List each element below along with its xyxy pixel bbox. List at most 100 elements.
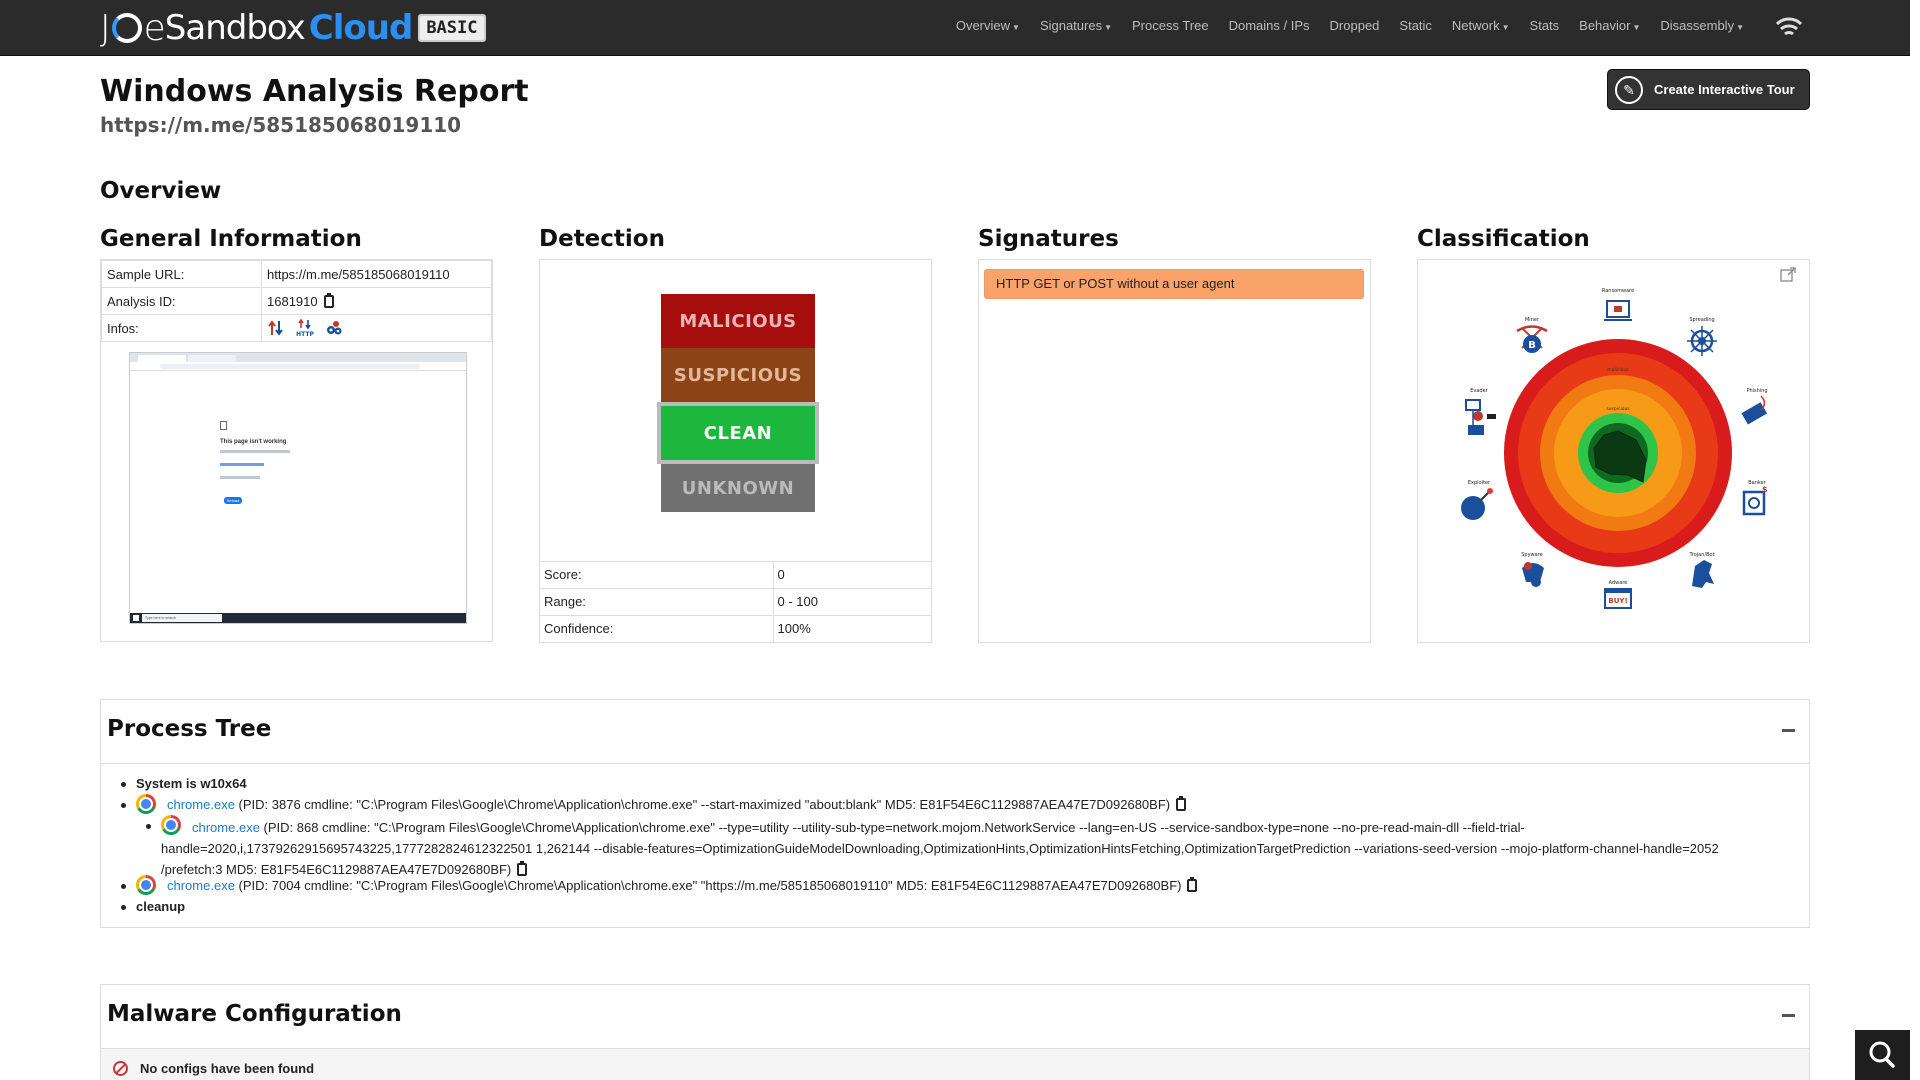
signatures-heading: Signatures — [978, 226, 1119, 252]
logo-j: J — [100, 7, 111, 49]
process-tree-heading: Process Tree — [107, 716, 272, 742]
nav-item-dropped[interactable]: Dropped — [1320, 18, 1390, 33]
expand-icon[interactable] — [1780, 266, 1797, 283]
clipboard-icon[interactable] — [1176, 796, 1187, 811]
windows-start-icon — [133, 615, 139, 621]
svg-text:Adware: Adware — [1609, 580, 1628, 586]
banker-icon — [1742, 490, 1766, 516]
process-row: chrome.exe (PID: 868 cmdline: "C:\Progra… — [101, 815, 1809, 877]
trojan-bot-category: Trojan/Bot — [1688, 552, 1715, 588]
screenshot-error-heading: This page isn't working — [220, 439, 287, 445]
classification-panel: malicious suspicious clean Ransomware Sp… — [1417, 259, 1810, 643]
browser-tab-strip — [130, 353, 466, 362]
system-info: System is w10x64 — [136, 776, 247, 791]
process-tree-section: Process Tree System is w10x64 chrome.exe… — [100, 699, 1810, 928]
table-row: Score: 0 — [540, 560, 931, 588]
process-detail: (PID: 3876 cmdline: "C:\Program Files\Go… — [238, 797, 1171, 812]
logo-e: e — [143, 7, 166, 49]
evader-icon — [1465, 399, 1481, 411]
nav-item-process-tree[interactable]: Process Tree — [1122, 18, 1219, 33]
sample-url-value: https://m.me/585185068019110 — [261, 260, 492, 288]
confidence-label: Confidence: — [540, 614, 774, 642]
svg-text:suspicious: suspicious — [1606, 406, 1630, 412]
detection-panel: MALICIOUS SUSPICIOUS CLEAN UNKNOWN Score… — [539, 259, 932, 643]
nav-item-signatures[interactable]: Signatures ▼ — [1030, 18, 1122, 33]
page-title: Windows Analysis Report — [100, 74, 529, 109]
score-label: Score: — [540, 560, 774, 588]
search-button[interactable] — [1855, 1030, 1910, 1080]
detection-level-stack: MALICIOUS SUSPICIOUS CLEAN UNKNOWN — [657, 294, 819, 512]
collapse-malware-configuration-button[interactable] — [1782, 1014, 1795, 1017]
process-detail: (PID: 7004 cmdline: "C:\Program Files\Go… — [238, 878, 1182, 893]
no-config-row: No configs have been found — [101, 1049, 1809, 1080]
search-icon — [1869, 1041, 1895, 1068]
create-interactive-tour-button[interactable]: ✎ Create Interactive Tour — [1607, 69, 1810, 110]
caret-down-icon: ▼ — [1501, 22, 1510, 32]
signal-icon[interactable] — [1774, 12, 1804, 38]
svg-text:Miner: Miner — [1525, 317, 1540, 323]
nav-item-static[interactable]: Static — [1389, 18, 1442, 33]
cleanup-label: cleanup — [136, 899, 186, 914]
taskbar-search-box: Type here to search — [142, 614, 222, 622]
table-row: Range: 0 - 100 — [540, 587, 931, 615]
process-row: chrome.exe (PID: 3876 cmdline: "C:\Progr… — [101, 794, 1809, 816]
detection-score-table: Score: 0 Range: 0 - 100 Confidence: 100% — [540, 560, 931, 642]
nav-item-overview[interactable]: Overview ▼ — [946, 18, 1030, 33]
caret-down-icon: ▼ — [1012, 22, 1020, 32]
svg-text:B: B — [1528, 340, 1536, 351]
pencil-icon: ✎ — [1615, 76, 1643, 104]
svg-text:HTTP: HTTP — [296, 331, 314, 337]
nav-item-network[interactable]: Network ▼ — [1442, 18, 1520, 33]
ransomware-category: Ransomware — [1602, 288, 1634, 321]
svg-text:Exploiter: Exploiter — [1468, 480, 1491, 486]
process-link[interactable]: chrome.exe — [167, 797, 235, 812]
level-unknown: UNKNOWN — [661, 464, 815, 512]
screenshot-reload-button: Reload — [224, 497, 242, 504]
analysis-id-label: Analysis ID: — [101, 287, 262, 315]
detection-heading: Detection — [539, 226, 665, 252]
sample-url-label: Sample URL: — [101, 260, 262, 288]
nav-item-disassembly[interactable]: Disassembly ▼ — [1650, 18, 1754, 33]
nav-item-behavior[interactable]: Behavior ▼ — [1569, 18, 1650, 33]
top-navbar: Je Sandbox Cloud BASIC Overview ▼ Signatu… — [0, 0, 1910, 56]
overview-heading: Overview — [100, 178, 222, 204]
svg-text:Evader: Evader — [1470, 388, 1488, 394]
browser-address-bar — [130, 362, 466, 371]
banker-category: Banker $ — [1742, 480, 1768, 516]
evader-category: Evader — [1465, 388, 1496, 435]
network-arrows-icon[interactable] — [267, 319, 285, 337]
table-row: Sample URL: https://m.me/585185068019110 — [101, 260, 492, 288]
page-error-icon — [220, 421, 227, 430]
windows-taskbar: Type here to search — [130, 613, 466, 623]
process-icon[interactable] — [325, 319, 343, 337]
signature-item[interactable]: HTTP GET or POST without a user agent — [984, 269, 1364, 299]
nav-item-domains-ips[interactable]: Domains / IPs — [1219, 18, 1320, 33]
http-icon[interactable]: HTTP — [295, 319, 315, 337]
level-clean-active: CLEAN — [657, 402, 819, 464]
svg-text:malicious: malicious — [1607, 367, 1629, 373]
spyware-category: Spyware — [1521, 552, 1544, 587]
miner-category: Miner B — [1516, 317, 1548, 353]
clipboard-icon[interactable] — [1187, 877, 1198, 892]
caret-down-icon: ▼ — [1736, 22, 1744, 32]
malware-configuration-header: Malware Configuration — [101, 985, 1809, 1049]
logo-cloud: Cloud — [308, 8, 414, 48]
phishing-category: Phishing — [1741, 388, 1768, 425]
clipboard-icon[interactable] — [323, 292, 334, 308]
collapse-process-tree-button[interactable] — [1782, 729, 1795, 732]
analysis-screenshot[interactable]: This page isn't working Reload Type here… — [129, 352, 467, 624]
clipboard-icon[interactable] — [517, 861, 528, 876]
svg-text:Phishing: Phishing — [1746, 388, 1767, 394]
process-tree-header: Process Tree — [101, 700, 1809, 764]
process-link[interactable]: chrome.exe — [192, 820, 260, 835]
range-value: 0 - 100 — [773, 587, 931, 615]
joe-sandbox-logo[interactable]: Je Sandbox Cloud BASIC — [100, 6, 486, 50]
classification-radar-chart: malicious suspicious clean Ransomware Sp… — [1461, 288, 1768, 609]
general-info-table: Sample URL: https://m.me/585185068019110… — [101, 260, 492, 342]
process-link[interactable]: chrome.exe — [167, 878, 235, 893]
score-value: 0 — [773, 560, 931, 588]
level-suspicious: SUSPICIOUS — [661, 348, 815, 402]
general-information-heading: General Information — [100, 226, 362, 252]
classification-heading: Classification — [1417, 226, 1590, 252]
nav-item-stats[interactable]: Stats — [1520, 18, 1570, 33]
